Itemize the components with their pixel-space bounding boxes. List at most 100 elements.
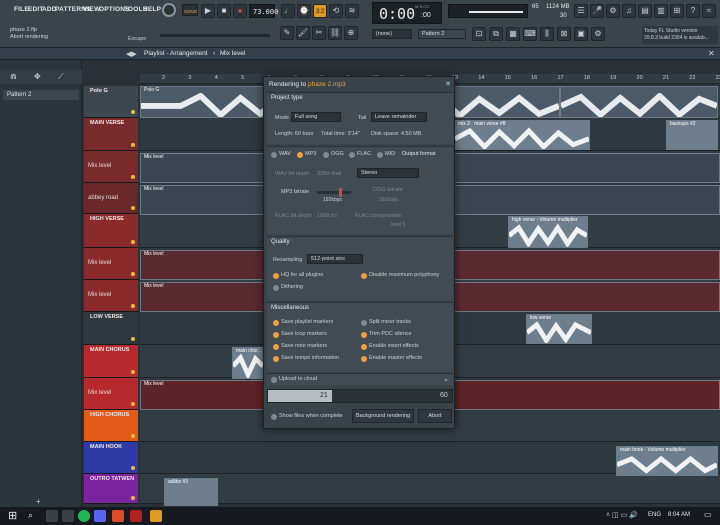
abort-button[interactable]: Abort — [418, 409, 452, 423]
playlist-lane[interactable] — [140, 474, 720, 504]
record-button[interactable]: ● — [233, 4, 247, 18]
save-tempo-checkbox[interactable] — [273, 356, 279, 362]
spotify-icon[interactable] — [78, 510, 90, 522]
track-enable-icon[interactable] — [131, 110, 135, 114]
track-header[interactable]: abbey road — [84, 183, 138, 214]
save-loop-markers-checkbox[interactable] — [273, 332, 279, 338]
cut-icon[interactable]: ✂ — [312, 26, 326, 40]
piano-roll-icon[interactable]: ♫ — [622, 4, 636, 18]
channel-select[interactable]: Stereo — [357, 168, 419, 178]
zoom-slider[interactable] — [160, 34, 270, 37]
background-render-button[interactable]: Background rendering — [352, 409, 414, 423]
clip-low-verse[interactable]: low verse — [526, 314, 592, 344]
format-mp3-radio[interactable] — [297, 152, 303, 158]
app-icon[interactable] — [112, 510, 124, 522]
track-header[interactable]: Mix level — [84, 248, 138, 280]
wait-icon[interactable]: ⌚ — [297, 4, 311, 18]
close-icon[interactable]: ✕ — [708, 49, 715, 58]
dialog-close-icon[interactable]: ✕ — [445, 80, 451, 88]
track-enable-icon[interactable] — [131, 240, 135, 244]
play-button[interactable]: ▶ — [201, 4, 215, 18]
zoom-icon[interactable]: ⊕ — [344, 26, 358, 40]
split-mixer-checkbox[interactable] — [361, 320, 367, 326]
browser-pattern-item[interactable]: Pattern 2 — [3, 90, 79, 100]
wave-icon[interactable]: ≈ — [702, 4, 716, 18]
keyboard-icon[interactable]: ⌨ — [523, 27, 537, 41]
track-header[interactable]: Mix level — [84, 151, 138, 183]
track-enable-icon[interactable] — [131, 175, 135, 179]
master-volume-knob[interactable] — [162, 3, 176, 17]
loop-record-icon[interactable]: ⟲ — [329, 4, 343, 18]
format-ogg-radio[interactable] — [323, 152, 329, 158]
snap-select[interactable]: (none) — [372, 29, 412, 39]
clip-adlibs[interactable]: adlibs #3 — [164, 478, 218, 506]
metronome-icon[interactable]: ♩ — [281, 4, 295, 18]
track-enable-icon[interactable] — [131, 206, 135, 210]
time-display[interactable]: 0:00 :00 M:S:CS — [372, 2, 442, 24]
clip-backups[interactable]: backups #2 — [666, 120, 718, 150]
link-icon[interactable]: ⛓ — [328, 26, 342, 40]
chevron-down-icon[interactable]: ⌄ — [443, 375, 449, 383]
track-header[interactable]: MAIN CHORUS — [84, 345, 138, 378]
track-header[interactable]: OUTRO TATWEN — [84, 474, 138, 504]
mixer-icon[interactable]: ☰ — [574, 4, 588, 18]
track-header[interactable]: MAIN VERSE — [84, 118, 138, 151]
step-icon[interactable]: ⊡ — [472, 27, 486, 41]
show-files-checkbox[interactable] — [271, 414, 277, 420]
blend-notes-icon[interactable]: ≋ — [345, 4, 359, 18]
brave-icon[interactable] — [130, 510, 142, 522]
menu-view[interactable]: VIEW — [83, 6, 100, 13]
track-header[interactable]: Mix level — [84, 280, 138, 312]
save-note-markers-checkbox[interactable] — [273, 344, 279, 350]
resampling-select[interactable]: 512-point sinc — [307, 254, 363, 264]
track-enable-icon[interactable] — [131, 304, 135, 308]
format-flac-radio[interactable] — [349, 152, 355, 158]
fl-studio-icon[interactable] — [150, 510, 162, 522]
trim-pdc-checkbox[interactable] — [361, 332, 367, 338]
hq-plugins-checkbox[interactable] — [273, 273, 279, 279]
menu-help[interactable]: HELP — [143, 6, 161, 13]
browser-move-icon[interactable]: ✥ — [34, 72, 41, 81]
brush-icon[interactable]: 🖌 — [296, 26, 310, 40]
track-header[interactable]: HIGH VERSE — [84, 214, 138, 248]
pencil-icon[interactable]: ✎ — [280, 26, 294, 40]
track-enable-icon[interactable] — [131, 370, 135, 374]
news-panel[interactable]: Today FL Studio version 20.8.3 build 230… — [642, 26, 718, 44]
add-pattern-icon[interactable]: + — [36, 497, 41, 506]
track-header[interactable]: Mix level — [84, 378, 138, 410]
master-effects-checkbox[interactable] — [361, 356, 367, 362]
format-mid-radio[interactable] — [377, 152, 383, 158]
tempo-display[interactable]: 73.000 — [249, 4, 278, 18]
track-header[interactable]: MAIN HOOK — [84, 442, 138, 474]
explorer-icon[interactable] — [62, 510, 74, 522]
task-view-icon[interactable] — [46, 510, 58, 522]
insert-effects-checkbox[interactable] — [361, 344, 367, 350]
format-wav-radio[interactable] — [271, 152, 277, 158]
upload-cloud-checkbox[interactable] — [271, 377, 277, 383]
mic-icon[interactable]: 🎤 — [590, 4, 604, 18]
mode-select[interactable]: Full song — [291, 112, 341, 122]
clip-main-chorus[interactable]: main chor... — [232, 347, 264, 379]
discord-icon[interactable] — [94, 510, 106, 522]
system-tray-icons[interactable]: ˄ ◫ ▭ 🔊 — [606, 511, 638, 519]
track-header[interactable]: HIGH CHORUS — [84, 410, 138, 442]
browser-magnet-icon[interactable]: ⋒ — [10, 72, 17, 81]
disable-polyphony-checkbox[interactable] — [361, 273, 367, 279]
grid-icon[interactable]: ▦ — [506, 27, 520, 41]
clip-polo-g-2[interactable] — [560, 86, 718, 118]
settings-icon[interactable]: ⚙ — [591, 27, 605, 41]
track-header[interactable]: Polo G — [84, 86, 138, 118]
pattern-counter[interactable]: 3:2 — [313, 4, 327, 18]
track-enable-icon[interactable] — [131, 434, 135, 438]
windows-start-icon[interactable]: ⊞ — [8, 509, 17, 522]
browser-icon[interactable]: ▤ — [638, 4, 652, 18]
clone-icon[interactable]: ⧉ — [489, 27, 503, 41]
track-enable-icon[interactable] — [131, 143, 135, 147]
track-header[interactable]: LOW VERSE — [84, 312, 138, 345]
clip-high-verse[interactable]: high verse - Volume multiplier — [508, 216, 588, 248]
playlist-arrow-icon[interactable]: ◀▶ — [126, 50, 137, 58]
track-enable-icon[interactable] — [131, 337, 135, 341]
song-mode-toggle[interactable]: SONG — [182, 4, 198, 16]
browser-draw-icon[interactable]: ⟋ — [58, 72, 64, 82]
mp3-bitrate-slider[interactable] — [317, 188, 351, 197]
